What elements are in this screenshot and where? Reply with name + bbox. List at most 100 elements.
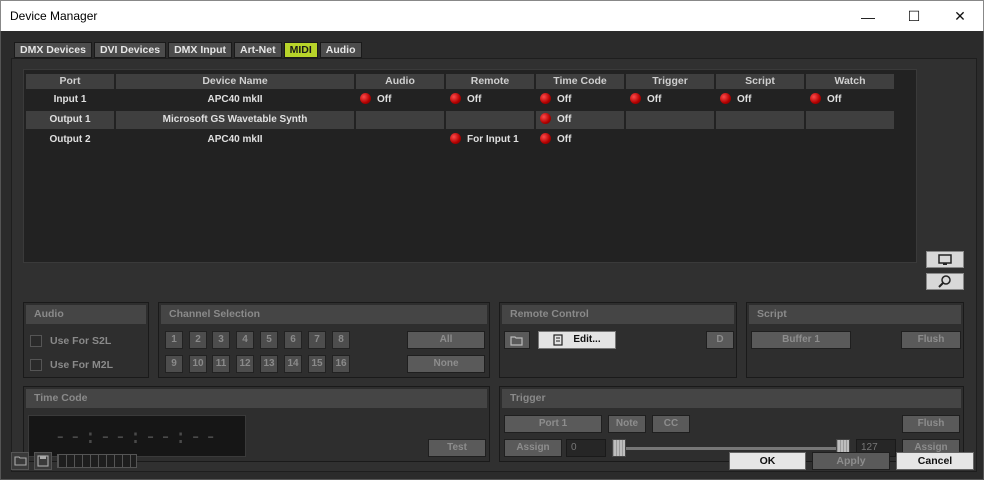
folder-icon <box>13 456 27 466</box>
col-header-watch: Watch <box>806 74 894 89</box>
led-indicator-icon <box>720 92 731 104</box>
led-indicator-icon <box>540 112 551 124</box>
ok-button[interactable]: OK <box>729 452 806 470</box>
window-title: Device Manager <box>10 9 98 23</box>
channel-5-button[interactable]: 5 <box>260 331 278 349</box>
search-button[interactable] <box>926 273 964 290</box>
tab-midi[interactable]: MIDI <box>283 42 318 58</box>
channel-12-button[interactable]: 12 <box>236 355 254 373</box>
use-for-s2l-checkbox[interactable] <box>30 335 42 347</box>
monitor-icon <box>938 253 952 265</box>
led-indicator-icon <box>450 92 461 104</box>
script-cell-empty <box>716 111 804 129</box>
progress-indicator <box>57 454 137 468</box>
timecode-toggle[interactable]: Off <box>540 111 571 129</box>
channel-1-button[interactable]: 1 <box>165 331 183 349</box>
channel-13-button[interactable]: 13 <box>260 355 278 373</box>
remote-control-group: Remote Control Edit... D <box>499 302 737 378</box>
script-toggle[interactable]: Off <box>720 91 751 109</box>
channel-9-button[interactable]: 9 <box>165 355 183 373</box>
close-button[interactable]: ✕ <box>937 1 983 32</box>
tab-dvi-devices[interactable]: DVI Devices <box>93 42 167 58</box>
audio-cell-empty <box>356 111 444 129</box>
trigger-note-button[interactable]: Note <box>608 415 646 433</box>
col-header-audio: Audio <box>356 74 444 89</box>
channel-16-button[interactable]: 16 <box>332 355 350 373</box>
cancel-button[interactable]: Cancel <box>896 452 974 470</box>
led-indicator-icon <box>360 92 371 104</box>
folder-icon <box>510 335 523 346</box>
tab-dmx-input[interactable]: DMX Input <box>168 42 232 58</box>
channel-3-button[interactable]: 3 <box>212 331 230 349</box>
script-flush-button[interactable]: Flush <box>901 331 961 349</box>
time-code-title: Time Code <box>26 389 487 408</box>
trigger-assign-min-button[interactable]: Assign <box>504 439 562 457</box>
audio-toggle[interactable]: Off <box>360 91 391 109</box>
buffer-select-button[interactable]: Buffer 1 <box>751 331 851 349</box>
open-folder-button[interactable] <box>504 331 530 349</box>
audio-group-title: Audio <box>26 305 146 324</box>
channel-selection-group: Channel Selection 1 2 3 4 5 6 7 8 9 10 1… <box>158 302 490 378</box>
channel-7-button[interactable]: 7 <box>308 331 326 349</box>
channel-8-button[interactable]: 8 <box>332 331 350 349</box>
led-indicator-icon <box>630 92 641 104</box>
audio-group: Audio Use For S2L Use For M2L <box>23 302 149 378</box>
trigger-cell-empty <box>626 111 714 129</box>
led-indicator-icon <box>450 132 461 144</box>
remote-toggle[interactable]: For Input 1 <box>450 131 519 149</box>
channel-10-button[interactable]: 10 <box>189 355 207 373</box>
col-header-port: Port <box>26 74 114 89</box>
col-header-time-code: Time Code <box>536 74 624 89</box>
time-code-group: Time Code --:--:--:-- Test <box>23 386 490 462</box>
channel-2-button[interactable]: 2 <box>189 331 207 349</box>
channel-4-button[interactable]: 4 <box>236 331 254 349</box>
trigger-toggle[interactable]: Off <box>630 91 661 109</box>
edit-remote-button[interactable]: Edit... <box>538 331 616 349</box>
d-button[interactable]: D <box>706 331 734 349</box>
time-code-test-button[interactable]: Test <box>428 439 486 457</box>
channel-15-button[interactable]: 15 <box>308 355 326 373</box>
tab-bar: DMX Devices DVI Devices DMX Input Art-Ne… <box>14 42 362 58</box>
select-none-button[interactable]: None <box>407 355 485 373</box>
tab-art-net[interactable]: Art-Net <box>233 42 282 58</box>
slider-min-handle[interactable] <box>612 439 626 457</box>
timecode-toggle[interactable]: Off <box>540 91 571 109</box>
remote-control-title: Remote Control <box>502 305 734 324</box>
trigger-port-button[interactable]: Port 1 <box>504 415 602 433</box>
monitor-button[interactable] <box>926 251 964 268</box>
use-for-m2l-label: Use For M2L <box>50 359 114 371</box>
floppy-disk-icon <box>37 455 49 467</box>
trigger-group: Trigger Port 1 Note CC Flush Assign 0 12… <box>499 386 964 462</box>
channel-selection-title: Channel Selection <box>161 305 487 324</box>
channel-14-button[interactable]: 14 <box>284 355 302 373</box>
device-cell: APC40 mkII <box>207 94 263 105</box>
open-file-button[interactable] <box>11 452 29 470</box>
title-bar: Device Manager — ☐ ✕ <box>0 0 984 31</box>
trigger-min-field[interactable]: 0 <box>566 439 606 457</box>
select-all-button[interactable]: All <box>407 331 485 349</box>
close-icon: ✕ <box>954 8 966 24</box>
remote-cell-empty <box>446 111 534 129</box>
timecode-toggle[interactable]: Off <box>540 131 571 149</box>
port-cell: Input 1 <box>53 94 87 105</box>
device-cell: Microsoft GS Wavetable Synth <box>116 111 354 129</box>
minimize-icon: — <box>861 8 875 25</box>
slider-track <box>616 447 848 450</box>
apply-button[interactable]: Apply <box>812 452 890 470</box>
tab-audio[interactable]: Audio <box>319 42 362 58</box>
save-file-button[interactable] <box>34 452 52 470</box>
midi-device-table: Port Device Name Audio Remote Time Code … <box>23 69 917 263</box>
trigger-cc-button[interactable]: CC <box>652 415 690 433</box>
channel-6-button[interactable]: 6 <box>284 331 302 349</box>
trigger-flush-button[interactable]: Flush <box>902 415 960 433</box>
script-group: Script Buffer 1 Flush <box>746 302 964 378</box>
remote-toggle[interactable]: Off <box>450 91 481 109</box>
use-for-m2l-checkbox[interactable] <box>30 359 42 371</box>
tab-content: Port Device Name Audio Remote Time Code … <box>11 58 977 472</box>
minimize-button[interactable]: — <box>845 1 891 32</box>
tab-dmx-devices[interactable]: DMX Devices <box>14 42 92 58</box>
watch-toggle[interactable]: Off <box>810 91 841 109</box>
col-header-script: Script <box>716 74 804 89</box>
channel-11-button[interactable]: 11 <box>212 355 230 373</box>
maximize-button[interactable]: ☐ <box>891 1 937 32</box>
